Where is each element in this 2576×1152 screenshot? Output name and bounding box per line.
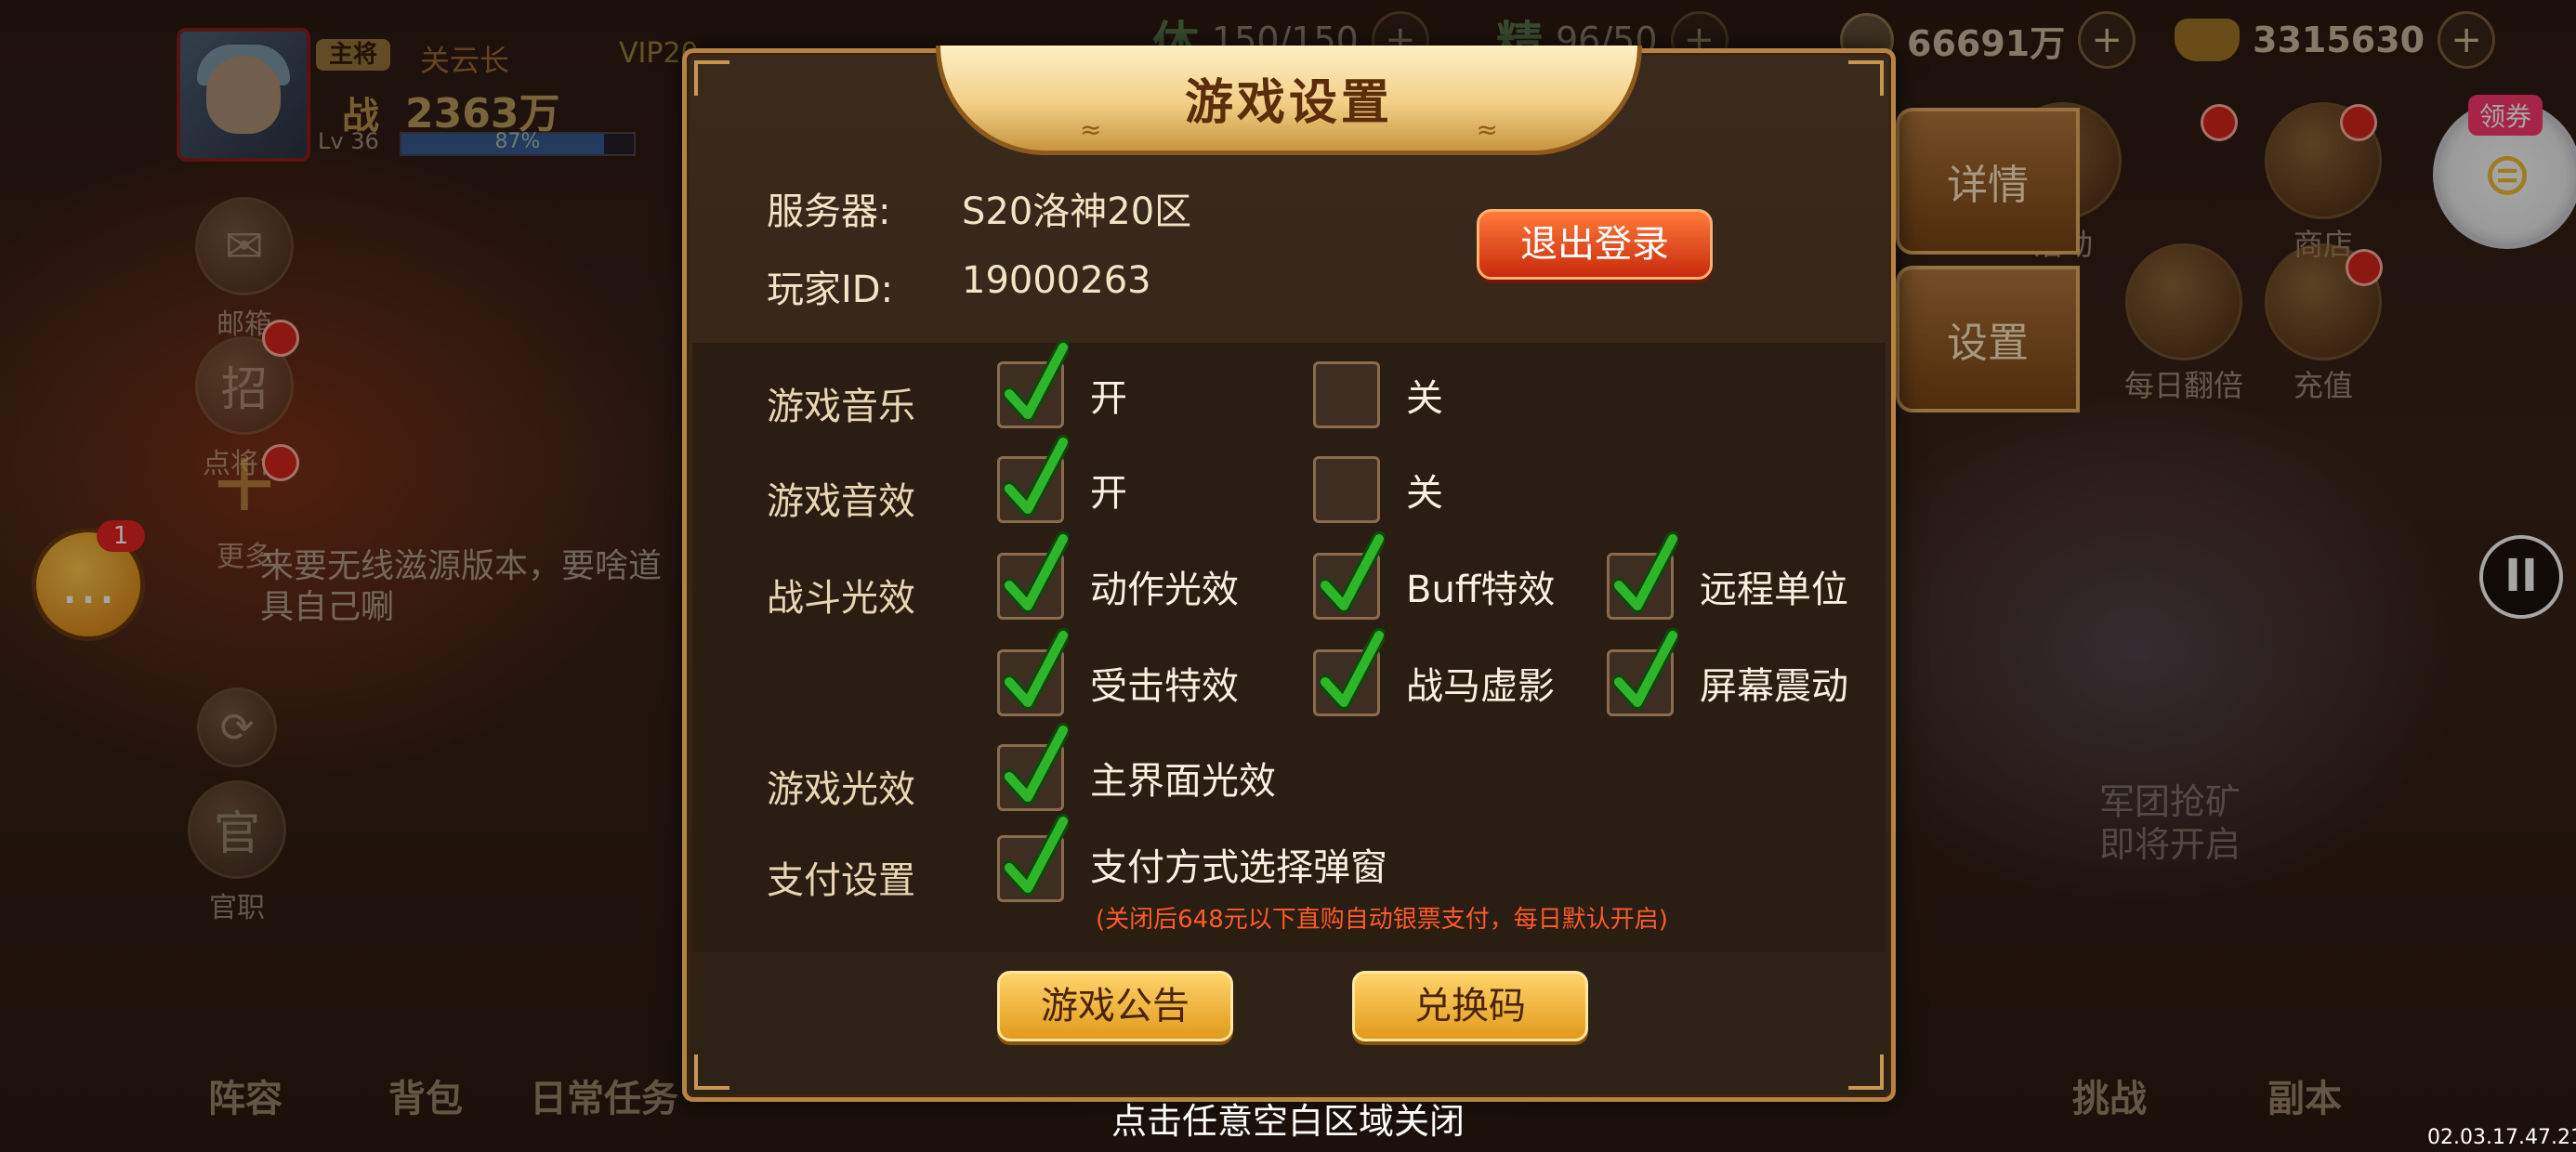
sound-on-option[interactable]: 开 — [997, 435, 1127, 523]
server-label: 服务器: — [767, 190, 891, 233]
checkmark-icon — [1613, 628, 1678, 710]
main-ui-light-option[interactable]: 主界面光效 — [997, 723, 1276, 811]
action-effect-label: 动作光效 — [1090, 569, 1239, 611]
game-light-label: 游戏光效 — [767, 768, 915, 811]
buff-effect-checkbox[interactable] — [1313, 531, 1385, 620]
music-label: 游戏音乐 — [767, 386, 915, 428]
sound-on-checkbox[interactable] — [997, 435, 1069, 523]
sound-off-checkbox[interactable] — [1313, 456, 1380, 523]
corner-ornament — [1848, 60, 1884, 96]
hit-effect-label: 受击特效 — [1090, 665, 1239, 708]
checkmark-icon — [1004, 628, 1069, 710]
checkmark-icon — [1613, 531, 1678, 613]
dialog-title: 游戏设置 — [1184, 74, 1393, 131]
music-off-checkbox[interactable] — [1313, 361, 1380, 428]
settings-dialog: 游戏设置 ≈ ≈ 服务器: S20洛神20区 玩家ID: 19000263 退出… — [682, 46, 1896, 1102]
checkmark-icon — [1004, 340, 1069, 422]
payment-popup-checkbox[interactable] — [997, 814, 1069, 902]
dialog-title-banner: 游戏设置 ≈ ≈ — [936, 46, 1642, 155]
corner-ornament — [694, 60, 729, 96]
logout-button[interactable]: 退出登录 — [1477, 209, 1713, 280]
music-off-option[interactable]: 关 — [1313, 361, 1443, 428]
music-on-checkbox[interactable] — [997, 340, 1069, 428]
main-ui-light-checkbox[interactable] — [997, 723, 1069, 811]
cloud-ornament-icon: ≈ — [1080, 114, 1102, 145]
music-on-label: 开 — [1090, 377, 1127, 420]
battle-effects-label: 战斗光效 — [767, 577, 915, 620]
checkmark-icon — [1004, 435, 1069, 517]
corner-ornament — [1848, 1054, 1884, 1090]
timestamp: 02.03.17.47.21 — [2427, 1126, 2576, 1149]
horse-shadow-label: 战马虚影 — [1406, 665, 1555, 708]
hit-effect-option[interactable]: 受击特效 — [997, 628, 1239, 716]
checkmark-icon — [1004, 723, 1069, 805]
screen-shake-checkbox[interactable] — [1607, 628, 1678, 716]
sound-label: 游戏音效 — [767, 480, 915, 523]
buff-effect-option[interactable]: Buff特效 — [1313, 531, 1556, 620]
screen-shake-label: 屏幕震动 — [1700, 665, 1848, 708]
payment-popup-option[interactable]: 支付方式选择弹窗 — [997, 814, 1387, 902]
cloud-ornament-icon: ≈ — [1476, 114, 1498, 145]
announcement-button[interactable]: 游戏公告 — [997, 971, 1233, 1041]
music-off-label: 关 — [1406, 377, 1443, 420]
redeem-code-button[interactable]: 兑换码 — [1352, 971, 1588, 1041]
corner-ornament — [694, 1054, 729, 1090]
player-id-label: 玩家ID: — [767, 268, 894, 311]
sound-off-option[interactable]: 关 — [1313, 456, 1443, 523]
horse-shadow-option[interactable]: 战马虚影 — [1313, 628, 1555, 716]
action-effect-checkbox[interactable] — [997, 531, 1069, 620]
close-hint: 点击任意空白区域关闭 — [1111, 1101, 1465, 1142]
action-effect-option[interactable]: 动作光效 — [997, 531, 1239, 620]
player-id-value: 19000263 — [962, 259, 1151, 302]
screen-shake-option[interactable]: 屏幕震动 — [1607, 628, 1848, 716]
sound-off-label: 关 — [1406, 472, 1443, 515]
buff-effect-label: Buff特效 — [1406, 569, 1556, 611]
ranged-unit-option[interactable]: 远程单位 — [1607, 531, 1848, 620]
ranged-unit-checkbox[interactable] — [1607, 531, 1678, 620]
payment-note: (关闭后648元以下直购自动银票支付，每日默认开启) — [1096, 906, 1668, 934]
payment-settings-label: 支付设置 — [767, 859, 915, 902]
sound-on-label: 开 — [1090, 472, 1127, 515]
payment-popup-label: 支付方式选择弹窗 — [1090, 846, 1387, 889]
checkmark-icon — [1320, 531, 1385, 613]
checkmark-icon — [1320, 628, 1385, 710]
server-value: S20洛神20区 — [962, 190, 1192, 233]
ranged-unit-label: 远程单位 — [1700, 569, 1848, 611]
horse-shadow-checkbox[interactable] — [1313, 628, 1385, 716]
checkmark-icon — [1004, 531, 1069, 613]
settings-panel: 游戏音乐 开 关 游戏音效 开 关 战斗光效 动作光效 Buff特效 远程单位 … — [692, 340, 1886, 952]
checkmark-icon — [1004, 814, 1069, 896]
main-ui-light-label: 主界面光效 — [1090, 760, 1276, 803]
hit-effect-checkbox[interactable] — [997, 628, 1069, 716]
music-on-option[interactable]: 开 — [997, 340, 1127, 428]
